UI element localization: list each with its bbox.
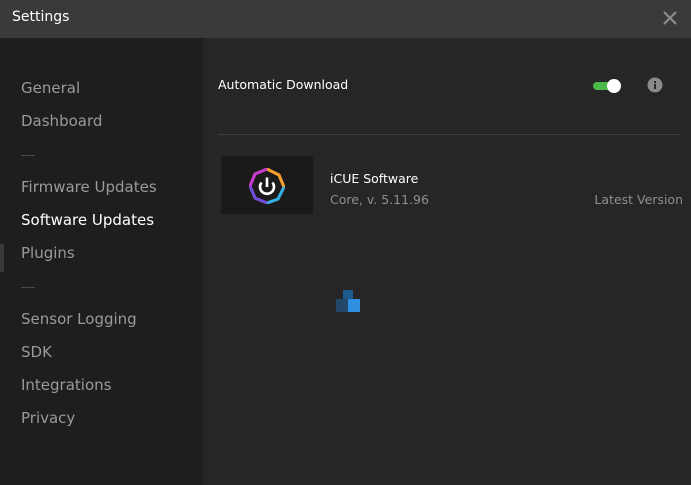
icue-logo-icon [249, 168, 285, 204]
window-title: Settings [12, 9, 70, 25]
software-thumbnail [221, 156, 313, 214]
settings-sidebar: General Dashboard Firmware Updates Softw… [0, 38, 203, 485]
sidebar-item-integrations[interactable]: Integrations [21, 376, 111, 394]
software-item: iCUE Software Core, v. 5.11.96 Latest Ve… [221, 156, 683, 218]
automatic-download-label: Automatic Download [218, 77, 349, 92]
automatic-download-toggle[interactable] [593, 79, 621, 93]
sidebar-item-privacy[interactable]: Privacy [21, 409, 75, 427]
info-icon[interactable] [647, 77, 663, 93]
active-item-marker [0, 244, 4, 272]
software-status: Latest Version [594, 192, 683, 207]
close-icon[interactable] [659, 7, 681, 29]
sidebar-separator [21, 287, 35, 288]
software-version: Core, v. 5.11.96 [330, 192, 429, 207]
sidebar-item-sensor-logging[interactable]: Sensor Logging [21, 310, 137, 328]
software-name: iCUE Software [330, 171, 419, 186]
title-bar: Settings [0, 0, 691, 38]
sidebar-item-dashboard[interactable]: Dashboard [21, 112, 102, 130]
toggle-knob [607, 79, 621, 93]
sidebar-item-plugins[interactable]: Plugins [21, 244, 75, 262]
sidebar-item-general[interactable]: General [21, 79, 80, 97]
sidebar-separator [21, 155, 35, 156]
sidebar-item-firmware-updates[interactable]: Firmware Updates [21, 178, 157, 196]
section-divider [218, 134, 680, 135]
software-updates-panel: Automatic Download iCUE Software Core, v… [203, 38, 691, 485]
sidebar-item-software-updates[interactable]: Software Updates [21, 211, 154, 229]
sidebar-item-sdk[interactable]: SDK [21, 343, 52, 361]
loading-spinner-icon [336, 290, 361, 312]
